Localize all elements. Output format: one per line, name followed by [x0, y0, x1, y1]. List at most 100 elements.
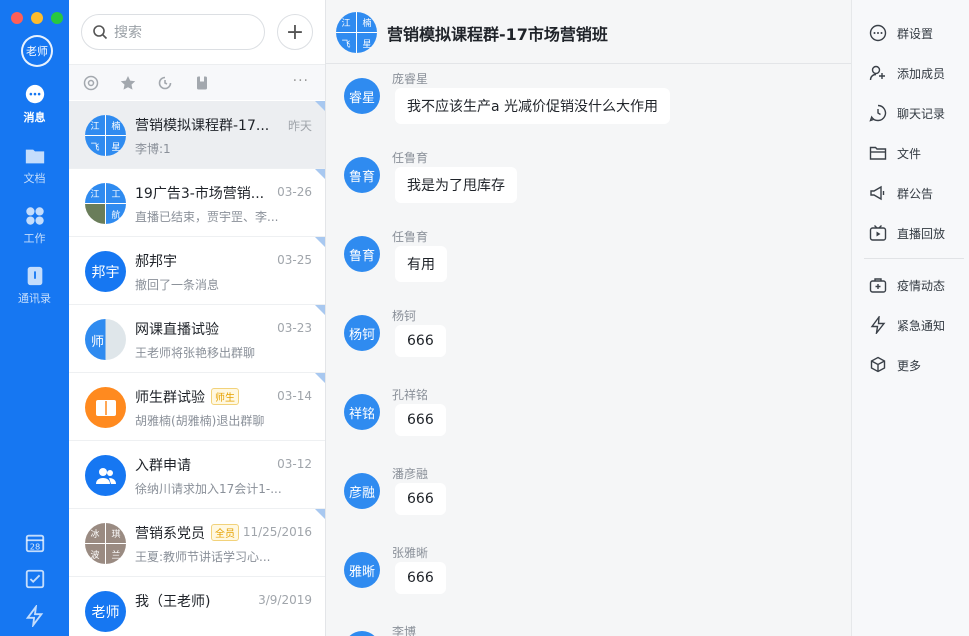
- conversation-item[interactable]: 江 楠 飞 星 营销模拟课程群-17... 昨天 李博:1: [69, 101, 325, 169]
- chat-history-button[interactable]: 聊天记录: [869, 104, 945, 122]
- sender-avatar[interactable]: 鲁育: [344, 236, 380, 272]
- message-bubble[interactable]: 有用: [395, 246, 447, 282]
- message-bubble[interactable]: 666: [395, 483, 446, 515]
- sender-avatar[interactable]: 杨钶: [344, 315, 380, 351]
- lightning-outline-icon: [870, 316, 886, 334]
- avatar-cell: 江: [336, 12, 356, 32]
- window-maximize-button[interactable]: [51, 12, 63, 24]
- conversation-title: 我（王老师): [135, 594, 211, 610]
- sender-name: 任鲁育: [392, 230, 429, 244]
- add-member-button[interactable]: 添加成员: [869, 64, 945, 82]
- checkbox-icon: [25, 569, 44, 589]
- window-close-button[interactable]: [11, 12, 23, 24]
- calendar-button[interactable]: 28: [0, 532, 69, 554]
- search-input[interactable]: 搜索: [81, 14, 265, 50]
- avatar-cell: 飞: [336, 33, 356, 53]
- conversation-item[interactable]: 冰 琪 波 兰 营销系党员 全员 11/25/2016 王夏:教师节讲话学习心..…: [69, 509, 325, 577]
- conversation-preview: 撤回了一条消息: [135, 278, 220, 292]
- group-type-badge: 全员: [211, 524, 239, 541]
- conversation-item[interactable]: 邦宇 郝邦宇 03-25 撤回了一条消息: [69, 237, 325, 305]
- quick-actions-button[interactable]: [0, 605, 69, 627]
- avatar-cell: 波: [85, 544, 105, 564]
- sender-name: 张雅晰: [392, 546, 429, 560]
- nav-item-label: 工作: [23, 232, 46, 245]
- nav-rail: 老师 消息 文档 工作 通讯录 28: [0, 0, 69, 636]
- side-item-label: 群设置: [897, 26, 934, 41]
- live-replay-button[interactable]: 直播回放: [869, 224, 945, 242]
- avatar-cell: 星: [106, 136, 126, 156]
- sender-avatar[interactable]: 雅晰: [344, 552, 380, 588]
- bookmark-icon[interactable]: [194, 75, 210, 91]
- folder-icon: [25, 149, 44, 164]
- nav-item-contacts[interactable]: 通讯录: [0, 265, 69, 306]
- conversation-preview: 直播已结束，贾宇罡、李...: [135, 210, 279, 224]
- filter-row: ···: [69, 64, 325, 100]
- conversation-item[interactable]: 入群申请 03-12 徐纳川请求加入17会计1-...: [69, 441, 325, 509]
- apps-grid-icon: [25, 207, 44, 225]
- sender-avatar[interactable]: 鲁育: [344, 157, 380, 193]
- message-bubble[interactable]: 我不应该生产a 光减价促销没什么大作用: [395, 88, 671, 124]
- nav-item-messages[interactable]: 消息: [0, 84, 69, 125]
- new-chat-button[interactable]: +: [277, 14, 313, 50]
- sender-name: 任鲁育: [392, 151, 429, 165]
- sender-name: 杨钶: [392, 309, 417, 323]
- star-icon[interactable]: [120, 75, 136, 91]
- calendar-icon: 28: [25, 534, 44, 553]
- user-avatar: 老师: [85, 591, 126, 632]
- message-bubble[interactable]: 666: [395, 325, 446, 357]
- epidemic-updates-button[interactable]: 疫情动态: [869, 276, 945, 294]
- chat-header: 江 楠 飞 星 营销模拟课程群-17市场营销班: [326, 0, 851, 64]
- search-icon: [93, 25, 108, 40]
- nav-item-label: 文档: [23, 172, 46, 185]
- message-bubble[interactable]: 我是为了甩库存: [395, 167, 517, 203]
- user-avatar[interactable]: 老师: [21, 35, 53, 67]
- group-settings-button[interactable]: 群设置: [869, 24, 933, 42]
- conversation-item[interactable]: 老师 我（王老师) 3/9/2019: [69, 577, 325, 636]
- avatar-photo-cell: [85, 204, 105, 224]
- sender-name: 庞睿星: [392, 72, 429, 86]
- conversation-item[interactable]: 师 网课直播试验 03-23 王老师将张艳移出群聊: [69, 305, 325, 373]
- nav-item-docs[interactable]: 文档: [0, 145, 69, 186]
- announcement-button[interactable]: 群公告: [869, 184, 933, 202]
- files-button[interactable]: 文件: [869, 144, 921, 162]
- at-icon[interactable]: [83, 75, 99, 91]
- nav-item-work[interactable]: 工作: [0, 205, 69, 246]
- sender-avatar[interactable]: [344, 631, 380, 636]
- history-icon[interactable]: [157, 75, 173, 91]
- pin-flag-icon: [315, 237, 325, 247]
- group-avatar: 江 工 航: [85, 183, 126, 224]
- pin-flag-icon: [315, 509, 325, 519]
- add-user-icon: [869, 65, 885, 81]
- clock-bubble-icon: [869, 104, 887, 122]
- conversation-title-text: 师生群试验: [135, 390, 205, 406]
- avatar-cell: 江: [85, 115, 105, 135]
- more-button[interactable]: 更多: [869, 356, 921, 374]
- sender-avatar[interactable]: 彦融: [344, 473, 380, 509]
- message-bubble[interactable]: 666: [395, 404, 446, 436]
- message-bubble[interactable]: 666: [395, 562, 446, 594]
- megaphone-icon: [870, 185, 885, 201]
- tv-play-icon: [869, 225, 887, 241]
- side-item-label: 文件: [897, 146, 922, 161]
- conversation-title: 郝邦宇: [135, 254, 177, 270]
- lightning-icon: [25, 605, 43, 627]
- urgent-notice-button[interactable]: 紧急通知: [869, 316, 945, 334]
- filter-more-button[interactable]: ···: [293, 73, 309, 89]
- avatar-cell: 兰: [106, 544, 126, 564]
- avatar-cell: 航: [106, 204, 126, 224]
- group-avatar[interactable]: 江 楠 飞 星: [336, 12, 377, 53]
- search-placeholder: 搜索: [114, 25, 142, 41]
- avatar-cell: 飞: [85, 136, 105, 156]
- tasks-button[interactable]: [0, 568, 69, 590]
- chat-title: 营销模拟课程群-17市场营销班: [387, 25, 608, 44]
- conversation-item[interactable]: 江 工 航 19广告3-市场营销... 03-26 直播已结束，贾宇罡、李...: [69, 169, 325, 237]
- conversation-time: 3/9/2019: [258, 593, 312, 607]
- conversation-list-panel: 搜索 + ··· 江 楠 飞 星 营销模拟课程群-17... 昨天 李博:1 江: [69, 0, 326, 636]
- window-minimize-button[interactable]: [31, 12, 43, 24]
- sender-avatar[interactable]: 祥铭: [344, 394, 380, 430]
- sender-avatar[interactable]: 睿星: [344, 78, 380, 114]
- conversation-preview: 王老师将张艳移出群聊: [135, 346, 256, 360]
- chat-panel: 江 楠 飞 星 营销模拟课程群-17市场营销班 睿星 庞睿星 我不应该生产a 光…: [326, 0, 851, 636]
- conversation-item[interactable]: 师生群试验 师生 03-14 胡雅楠(胡雅楠)退出群聊: [69, 373, 325, 441]
- avatar-cell: 星: [357, 33, 377, 53]
